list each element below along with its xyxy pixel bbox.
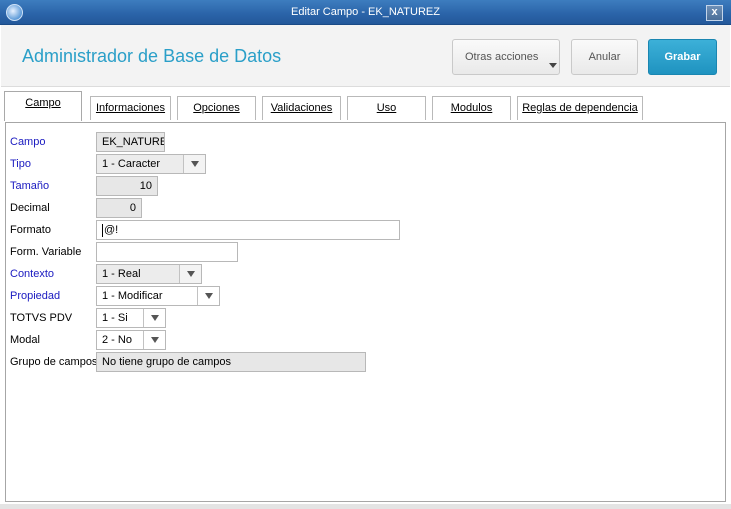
- row-form-variable: Form. Variable: [6, 242, 725, 262]
- decimal-field[interactable]: 0: [96, 198, 142, 218]
- cancel-button[interactable]: Anular: [571, 39, 638, 75]
- tipo-select[interactable]: 1 - Caracter: [96, 154, 206, 174]
- modal-select[interactable]: 2 - No: [96, 330, 166, 350]
- other-actions-button[interactable]: Otras acciones: [452, 39, 560, 75]
- window-titlebar: Editar Campo - EK_NATUREZ x: [0, 0, 731, 25]
- close-icon[interactable]: x: [706, 5, 723, 21]
- tab-opciones[interactable]: Opciones: [177, 96, 256, 120]
- chevron-down-icon[interactable]: [183, 155, 205, 173]
- window-title: Editar Campo - EK_NATUREZ: [291, 6, 440, 18]
- chevron-down-icon: [549, 63, 557, 68]
- tab-reglas-dependencia[interactable]: Reglas de dependencia: [517, 96, 643, 120]
- row-totvs-pdv: TOTVS PDV 1 - Si: [6, 308, 725, 328]
- modal-label: Modal: [10, 334, 40, 346]
- tipo-label: Tipo: [10, 158, 31, 170]
- chevron-down-icon[interactable]: [143, 309, 165, 327]
- formato-value: @!: [104, 224, 119, 236]
- row-formato: Formato @!: [6, 220, 725, 240]
- tab-informaciones[interactable]: Informaciones: [90, 96, 171, 120]
- formato-label: Formato: [10, 224, 51, 236]
- propiedad-label: Propiedad: [10, 290, 61, 302]
- tamano-field[interactable]: 10: [96, 176, 158, 196]
- row-campo: Campo EK_NATUREZ: [6, 132, 725, 152]
- text-cursor: [102, 223, 103, 237]
- modal-value: 2 - No: [102, 334, 132, 346]
- grupo-campos-label: Grupo de campos: [10, 356, 98, 368]
- tab-campo[interactable]: Campo: [4, 91, 82, 121]
- other-actions-label: Otras acciones: [465, 51, 539, 63]
- chevron-down-icon[interactable]: [143, 331, 165, 349]
- grupo-campos-field[interactable]: No tiene grupo de campos: [96, 352, 366, 372]
- row-grupo-campos: Grupo de campos No tiene grupo de campos: [6, 352, 725, 372]
- propiedad-value: 1 - Modificar: [102, 290, 163, 302]
- row-tipo: Tipo 1 - Caracter: [6, 154, 725, 174]
- save-button[interactable]: Grabar: [648, 39, 717, 75]
- row-contexto: Contexto 1 - Real: [6, 264, 725, 284]
- form-variable-input[interactable]: [96, 242, 238, 262]
- page-title: Administrador de Base de Datos: [22, 46, 282, 66]
- header-bar: Administrador de Base de Datos Otras acc…: [1, 25, 730, 87]
- decimal-label: Decimal: [10, 202, 50, 214]
- totvs-pdv-label: TOTVS PDV: [10, 312, 73, 324]
- tab-modulos[interactable]: Modulos: [432, 96, 511, 120]
- totvs-pdv-value: 1 - Si: [102, 312, 128, 324]
- window-bottom-edge: [0, 504, 731, 509]
- contexto-select[interactable]: 1 - Real: [96, 264, 202, 284]
- tab-strip: Campo Informaciones Opciones Validacione…: [0, 88, 731, 121]
- tamano-label: Tamaño: [10, 180, 50, 192]
- tab-uso[interactable]: Uso: [347, 96, 426, 120]
- row-modal: Modal 2 - No: [6, 330, 725, 350]
- propiedad-select[interactable]: 1 - Modificar: [96, 286, 220, 306]
- tipo-value: 1 - Caracter: [102, 158, 161, 170]
- campo-label: Campo: [10, 136, 46, 148]
- chevron-down-icon[interactable]: [179, 265, 201, 283]
- form-panel: Campo EK_NATUREZ Tipo 1 - Caracter Tamañ…: [5, 122, 726, 502]
- campo-field[interactable]: EK_NATUREZ: [96, 132, 165, 152]
- row-decimal: Decimal 0: [6, 198, 725, 218]
- formato-input[interactable]: @!: [96, 220, 400, 240]
- tab-validaciones[interactable]: Validaciones: [262, 96, 341, 120]
- row-tamano: Tamaño 10: [6, 176, 725, 196]
- form-variable-label: Form. Variable: [10, 246, 82, 258]
- contexto-label: Contexto: [10, 268, 55, 280]
- contexto-value: 1 - Real: [102, 268, 141, 280]
- totvs-pdv-select[interactable]: 1 - Si: [96, 308, 166, 328]
- row-propiedad: Propiedad 1 - Modificar: [6, 286, 725, 306]
- chevron-down-icon[interactable]: [197, 287, 219, 305]
